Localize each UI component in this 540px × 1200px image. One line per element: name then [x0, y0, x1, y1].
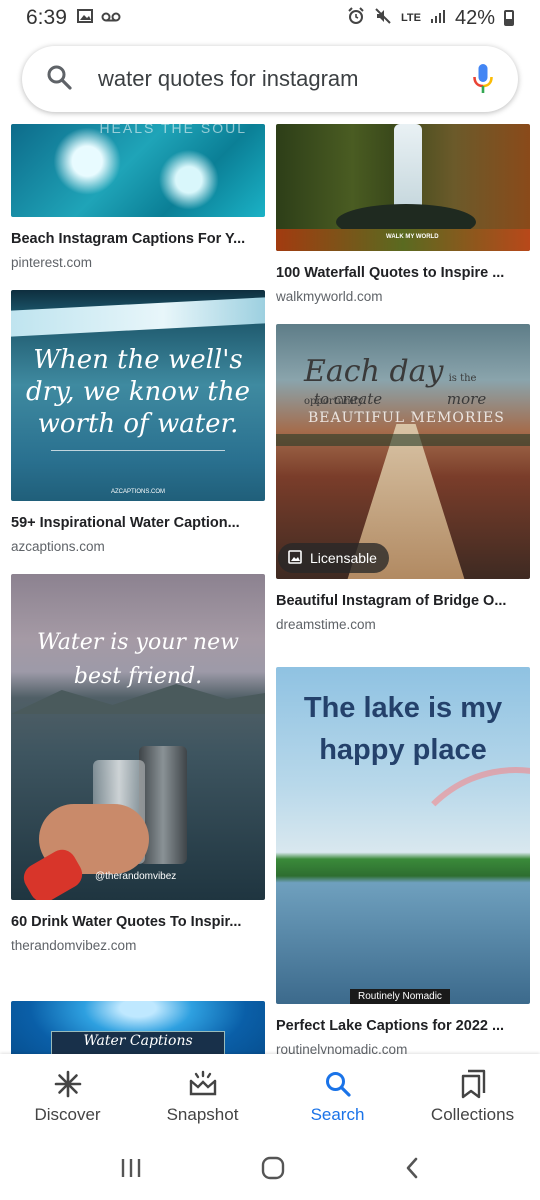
- asterisk-icon: [53, 1069, 83, 1099]
- battery-icon: [504, 10, 514, 26]
- licensable-badge[interactable]: Licensable: [278, 543, 389, 573]
- image-overlay-text: AZCAPTIONS.COM: [110, 489, 165, 495]
- quote-more: more: [446, 390, 487, 408]
- result-card[interactable]: HEALS THE SOUL Beach Instagram Captions …: [11, 124, 265, 270]
- image-overlay-text: Routinely Nomadic: [350, 989, 450, 1004]
- result-image[interactable]: WALK MY WORLD: [276, 124, 530, 251]
- mute-icon: [374, 7, 392, 30]
- recent-apps-icon[interactable]: [119, 1157, 143, 1184]
- image-overlay-text: HEALS THE SOUL: [99, 124, 247, 136]
- result-title[interactable]: 100 Waterfall Quotes to Inspire ...: [276, 265, 530, 281]
- quote-line: Water is your new: [37, 630, 239, 655]
- search-icon: [323, 1069, 353, 1099]
- search-query[interactable]: water quotes for instagram: [98, 66, 358, 92]
- quote-line: best friend.: [73, 664, 203, 689]
- image-overlay-text: @therandomvibez: [95, 871, 177, 882]
- result-image[interactable]: Each day is the opportunity to create mo…: [276, 324, 530, 579]
- quote-line: The lake is my: [303, 692, 503, 724]
- nav-collections[interactable]: Collections: [405, 1054, 540, 1140]
- result-title[interactable]: 59+ Inspirational Water Caption...: [11, 515, 265, 531]
- search-bar[interactable]: water quotes for instagram: [22, 46, 518, 112]
- quote-line: to create: [314, 390, 383, 408]
- battery-percent: 42%: [454, 6, 495, 29]
- nav-label: Search: [310, 1105, 365, 1124]
- nav-label: Snapshot: [166, 1105, 239, 1124]
- microphone-icon[interactable]: [472, 62, 494, 96]
- result-source: routinelynomadic.com: [276, 1042, 408, 1054]
- result-card[interactable]: Water Captions: [11, 1001, 265, 1054]
- result-image[interactable]: The lake is my happy place Routinely Nom…: [276, 667, 530, 1004]
- signal-icon: [430, 8, 446, 29]
- quote-main: Each day: [304, 354, 444, 389]
- result-source: azcaptions.com: [11, 539, 105, 554]
- search-icon[interactable]: [46, 64, 72, 95]
- result-image[interactable]: Water Captions: [11, 1001, 265, 1054]
- snapshot-icon: [188, 1069, 218, 1099]
- quote-line: BEAUTIFUL MEMORIES: [308, 410, 505, 426]
- quote-line: dry, we know the: [26, 377, 250, 407]
- quote-line: worth of water.: [37, 409, 239, 439]
- result-card[interactable]: WALK MY WORLD 100 Waterfall Quotes to In…: [276, 124, 530, 304]
- result-source: pinterest.com: [11, 255, 93, 270]
- result-title[interactable]: Beach Instagram Captions For Y...: [11, 231, 265, 247]
- image-overlay-text: WALK MY WORLD: [386, 234, 439, 240]
- result-card[interactable]: The lake is my happy place Routinely Nom…: [276, 667, 530, 1054]
- quote-line: happy place: [319, 734, 487, 766]
- voicemail-icon: [101, 9, 121, 27]
- result-title[interactable]: Perfect Lake Captions for 2022 ...: [276, 1018, 530, 1034]
- result-source: walkmyworld.com: [276, 289, 383, 304]
- quote-line: When the well's: [33, 345, 243, 375]
- result-source: dreamstime.com: [276, 617, 376, 632]
- home-icon[interactable]: [260, 1155, 286, 1186]
- result-title[interactable]: Beautiful Instagram of Bridge O...: [276, 593, 530, 609]
- system-navigation-bar: [0, 1140, 540, 1200]
- gallery-icon: [76, 8, 93, 28]
- result-card[interactable]: When the well's dry, we know the worth o…: [11, 290, 265, 554]
- licensable-label: Licensable: [310, 550, 377, 566]
- result-image[interactable]: Water is your new best friend. @therando…: [11, 574, 265, 900]
- result-card[interactable]: Each day is the opportunity to create mo…: [276, 324, 530, 632]
- image-overlay-text: Water Captions: [83, 1033, 193, 1049]
- result-card[interactable]: Water is your new best friend. @therando…: [11, 574, 265, 953]
- nav-label: Collections: [430, 1105, 515, 1124]
- clock: 6:39: [26, 6, 67, 29]
- nav-discover[interactable]: Discover: [0, 1054, 135, 1140]
- nav-label: Discover: [34, 1105, 101, 1124]
- result-title[interactable]: 60 Drink Water Quotes To Inspir...: [11, 914, 265, 930]
- result-image[interactable]: HEALS THE SOUL: [11, 124, 265, 217]
- network-type: LTE: [401, 12, 421, 24]
- back-icon[interactable]: [403, 1156, 421, 1185]
- result-image[interactable]: When the well's dry, we know the worth o…: [11, 290, 265, 501]
- nav-snapshot[interactable]: Snapshot: [135, 1054, 270, 1140]
- status-bar: 6:39 LTE 42%: [0, 0, 540, 36]
- bottom-navigation: Discover Snapshot Search Collections: [0, 1054, 540, 1140]
- result-source: therandomvibez.com: [11, 938, 137, 953]
- alarm-icon: [347, 6, 365, 30]
- nav-search[interactable]: Search: [270, 1054, 405, 1140]
- image-icon: [288, 549, 302, 567]
- image-results-feed[interactable]: HEALS THE SOUL Beach Instagram Captions …: [0, 124, 540, 1054]
- collections-icon: [458, 1069, 488, 1099]
